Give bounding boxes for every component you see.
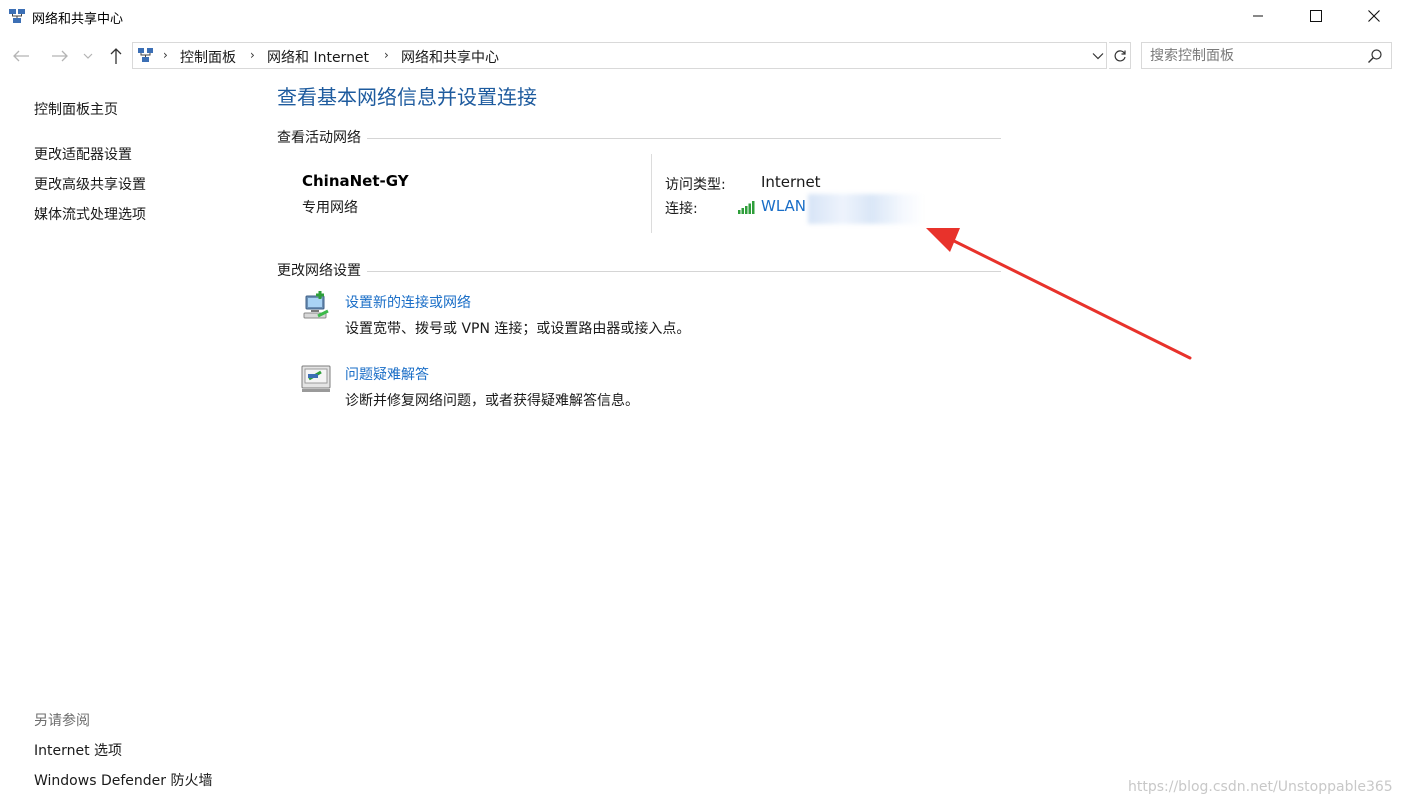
wlan-connection-link[interactable]: WLAN [761, 197, 806, 215]
access-type-label: 访问类型: [665, 177, 726, 193]
setup-new-connection-description: 设置宽带、拨号或 VPN 连接；或设置路由器或接入点。 [345, 321, 691, 337]
troubleshoot-problems-link[interactable]: 问题疑难解答 [345, 364, 429, 384]
breadcrumb-separator: › [250, 48, 255, 62]
close-icon [1368, 10, 1380, 22]
minimize-icon [1253, 15, 1263, 17]
search-icon[interactable] [1367, 48, 1383, 64]
window-title: 网络和共享中心 [32, 12, 124, 27]
wifi-signal-icon [738, 199, 756, 214]
up-arrow-icon [110, 48, 122, 64]
network-type-link[interactable]: 专用网络 [302, 197, 358, 217]
watermark-text: https://blog.csdn.net/Unstoppable365 [1128, 779, 1393, 795]
breadcrumb-separator: › [384, 48, 389, 62]
control-panel-icon [137, 47, 154, 64]
access-type-value: Internet [761, 173, 821, 191]
page-title: 查看基本网络信息并设置连接 [277, 85, 537, 109]
network-center-app-icon [8, 7, 26, 25]
refresh-icon [1114, 49, 1126, 61]
breadcrumb-separator: › [163, 48, 168, 62]
section-divider [277, 271, 1001, 272]
network-info-divider [651, 154, 652, 233]
search-box [1141, 42, 1392, 69]
connection-label: 连接: [665, 201, 698, 217]
active-networks-heading: 查看活动网络 [277, 127, 367, 147]
forward-button[interactable] [49, 45, 71, 67]
media-streaming-options-link[interactable]: 媒体流式处理选项 [34, 204, 146, 224]
change-advanced-sharing-link[interactable]: 更改高级共享设置 [34, 174, 146, 194]
breadcrumb-network-internet[interactable]: 网络和 Internet [267, 47, 369, 67]
change-adapter-settings-link[interactable]: 更改适配器设置 [34, 144, 132, 164]
breadcrumb-control-panel[interactable]: 控制面板 [180, 47, 236, 67]
address-bar[interactable]: › 控制面板 › 网络和 Internet › 网络和共享中心 [132, 42, 1107, 69]
troubleshoot-problems-description: 诊断并修复网络问题，或者获得疑难解答信息。 [345, 393, 639, 409]
network-name: ChinaNet-GY [302, 172, 409, 190]
maximize-icon [1310, 10, 1322, 22]
red-annotation-arrow [926, 228, 1192, 360]
title-bar: 网络和共享中心 [0, 0, 1403, 32]
troubleshoot-icon [300, 362, 332, 394]
control-panel-home-link[interactable]: 控制面板主页 [34, 99, 118, 119]
up-button[interactable] [105, 45, 127, 67]
chevron-down-icon [1092, 53, 1104, 60]
internet-options-link[interactable]: Internet 选项 [34, 740, 122, 760]
search-input[interactable] [1150, 46, 1360, 66]
minimize-button[interactable] [1229, 0, 1287, 32]
change-network-settings-heading: 更改网络设置 [277, 260, 367, 280]
close-button[interactable] [1345, 0, 1403, 32]
maximize-button[interactable] [1287, 0, 1345, 32]
new-connection-icon [300, 290, 332, 322]
chevron-down-icon [83, 53, 93, 59]
section-divider [277, 138, 1001, 139]
recent-locations-dropdown[interactable] [80, 45, 96, 67]
breadcrumb-network-sharing-center[interactable]: 网络和共享中心 [401, 47, 499, 67]
setup-new-connection-link[interactable]: 设置新的连接或网络 [345, 292, 471, 312]
see-also-heading: 另请参阅 [34, 713, 90, 729]
back-button[interactable] [10, 45, 32, 67]
refresh-button[interactable] [1109, 42, 1131, 69]
address-history-dropdown[interactable] [1088, 46, 1108, 66]
back-arrow-icon [13, 50, 29, 62]
redacted-ssid-blur [808, 194, 924, 224]
windows-defender-firewall-link[interactable]: Windows Defender 防火墙 [34, 770, 212, 790]
forward-arrow-icon [52, 50, 68, 62]
